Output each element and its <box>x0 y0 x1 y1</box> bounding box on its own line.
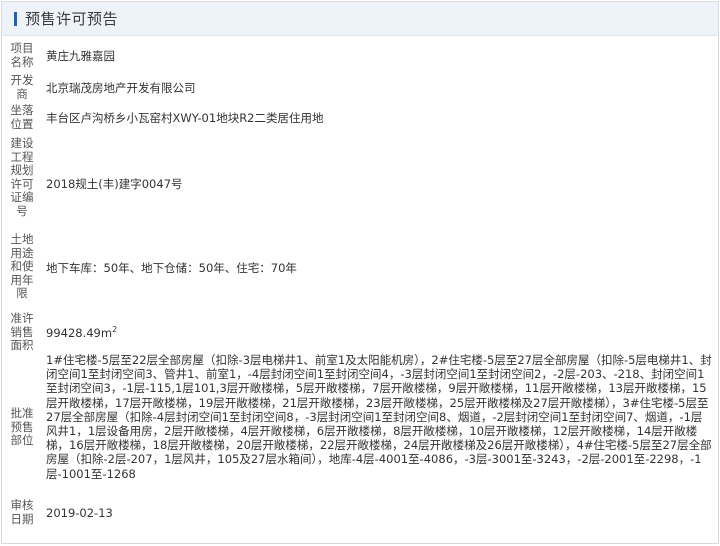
value-review-date: 2019-02-13 <box>46 506 113 520</box>
row-location: 坐落位置 丰台区卢沟桥乡小瓦窑村XWY-01地块R2二类居住用地 <box>2 103 718 132</box>
label-permit-number: 建设工程规划许可证编号 <box>10 136 34 218</box>
value-land-use: 地下车库：50年、地下仓储：50年、住宅：70年 <box>46 261 297 275</box>
panel-title: 预售许可预告 <box>25 10 119 28</box>
row-developer: 开发商 北京瑞茂房地产开发有限公司 <box>2 73 718 102</box>
panel-header: 预售许可预告 <box>2 2 718 36</box>
row-permit-number: 建设工程规划许可证编号 2018规土(丰)建字0047号 <box>2 136 718 232</box>
value-developer: 北京瑞茂房地产开发有限公司 <box>46 81 196 95</box>
label-review-date: 审核日期 <box>10 498 34 526</box>
presale-notice-panel: 预售许可预告 项目名称 黄庄九雅嘉园 开发商 北京瑞茂房地产开发有限公司 坐落位… <box>1 1 719 544</box>
value-sale-area: 99428.49m2 <box>46 326 712 340</box>
row-approved-parts: 批准预售部位 1#住宅楼-5层至22层全部房屋（扣除-3层电梯井1、前室1及太阳… <box>2 353 718 493</box>
label-project-name: 项目名称 <box>10 41 34 69</box>
row-land-use: 土地用途和使用年限 地下车库：50年、地下仓储：50年、住宅：70年 <box>2 232 718 318</box>
sale-area-unit-sup: 2 <box>112 325 118 335</box>
row-project-name: 项目名称 黄庄九雅嘉园 <box>2 41 718 70</box>
label-sale-area: 准许销售面积 <box>10 311 34 352</box>
label-developer: 开发商 <box>10 73 34 101</box>
header-accent-bar <box>14 11 17 26</box>
value-location: 丰台区卢沟桥乡小瓦窑村XWY-01地块R2二类居住用地 <box>46 111 324 125</box>
value-project-name: 黄庄九雅嘉园 <box>46 49 115 63</box>
label-approved-parts: 批准预售部位 <box>10 406 34 447</box>
row-sale-area: 准许销售面积 99428.49m2 <box>2 311 718 354</box>
row-review-date: 审核日期 2019-02-13 <box>2 498 718 529</box>
label-location: 坐落位置 <box>10 103 34 131</box>
value-approved-parts: 1#住宅楼-5层至22层全部房屋（扣除-3层电梯井1、前室1及太阳能机房），2#… <box>46 353 712 481</box>
sale-area-number: 99428.49m <box>46 326 113 340</box>
value-permit-number: 2018规土(丰)建字0047号 <box>46 177 183 191</box>
label-land-use: 土地用途和使用年限 <box>10 232 34 300</box>
